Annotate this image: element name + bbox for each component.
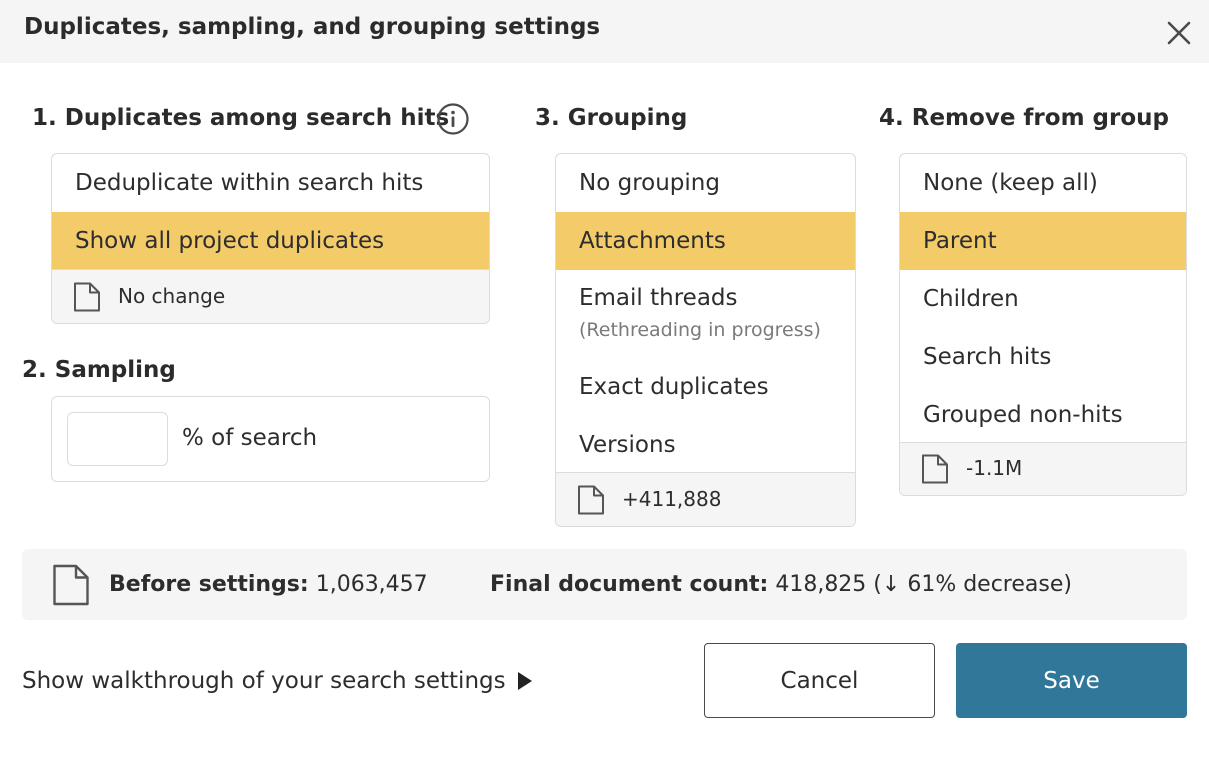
document-icon	[922, 454, 948, 484]
remove-option-none[interactable]: None (keep all)	[900, 154, 1186, 212]
remove-footer-text: -1.1M	[966, 456, 1023, 480]
grouping-panel: No grouping Attachments Email threads (R…	[555, 153, 856, 527]
grouping-option-none[interactable]: No grouping	[556, 154, 855, 212]
remove-option-parent[interactable]: Parent	[900, 212, 1186, 270]
grouping-option-exact-duplicates[interactable]: Exact duplicates	[556, 358, 855, 416]
rethreading-note: (Rethreading in progress)	[579, 319, 821, 341]
save-button[interactable]: Save	[956, 643, 1187, 718]
sampling-panel: % of search	[51, 396, 490, 482]
duplicates-footer-text: No change	[118, 284, 226, 308]
duplicates-footer: No change	[52, 269, 489, 323]
grouping-option-email-threads-label: Email threads	[579, 285, 738, 311]
cancel-button[interactable]: Cancel	[704, 643, 935, 718]
before-settings-count: Before settings: 1,063,457	[109, 572, 428, 597]
dialog-header: Duplicates, sampling, and grouping setti…	[0, 0, 1209, 63]
document-icon	[74, 282, 100, 312]
play-arrow-icon	[517, 672, 532, 690]
arrow-down-icon: ↓	[881, 572, 901, 597]
document-icon	[53, 564, 89, 606]
final-document-count: Final document count: 418,825 (↓ 61% dec…	[490, 572, 1072, 597]
grouping-footer-text: +411,888	[622, 487, 722, 511]
grouping-footer: +411,888	[556, 472, 855, 526]
decrease-text: 61% decrease)	[900, 572, 1072, 597]
remove-option-grouped-non-hits[interactable]: Grouped non-hits	[900, 386, 1186, 444]
duplicates-panel: Deduplicate within search hits Show all …	[51, 153, 490, 324]
summary-bar: Before settings: 1,063,457 Final documen…	[22, 549, 1187, 620]
duplicates-title: 1. Duplicates among search hits	[32, 105, 450, 131]
document-icon	[578, 485, 604, 515]
remove-option-search-hits[interactable]: Search hits	[900, 328, 1186, 386]
sampling-unit-label: % of search	[182, 425, 318, 451]
sampling-percent-input[interactable]	[67, 412, 168, 466]
final-count-value: 418,825 (	[775, 572, 882, 597]
grouping-option-attachments[interactable]: Attachments	[556, 212, 855, 270]
remove-panel: None (keep all) Parent Children Search h…	[899, 153, 1187, 496]
grouping-option-versions[interactable]: Versions	[556, 416, 855, 474]
before-settings-value: 1,063,457	[315, 572, 428, 597]
close-icon[interactable]	[1163, 17, 1195, 49]
remove-title: 4. Remove from group	[879, 105, 1169, 131]
sampling-title: 2. Sampling	[22, 357, 176, 383]
walkthrough-link[interactable]: Show walkthrough of your search settings	[22, 668, 532, 694]
grouping-title: 3. Grouping	[535, 105, 688, 131]
before-settings-label: Before settings:	[109, 572, 309, 597]
remove-option-children[interactable]: Children	[900, 270, 1186, 328]
duplicates-option-show-all[interactable]: Show all project duplicates	[52, 212, 489, 270]
info-icon[interactable]	[436, 102, 470, 136]
grouping-option-email-threads[interactable]: Email threads (Rethreading in progress)	[556, 270, 855, 358]
walkthrough-label: Show walkthrough of your search settings	[22, 668, 506, 694]
dialog-title: Duplicates, sampling, and grouping setti…	[24, 14, 601, 40]
duplicates-option-deduplicate[interactable]: Deduplicate within search hits	[52, 154, 489, 212]
remove-footer: -1.1M	[900, 442, 1186, 495]
final-count-label: Final document count:	[490, 572, 769, 597]
